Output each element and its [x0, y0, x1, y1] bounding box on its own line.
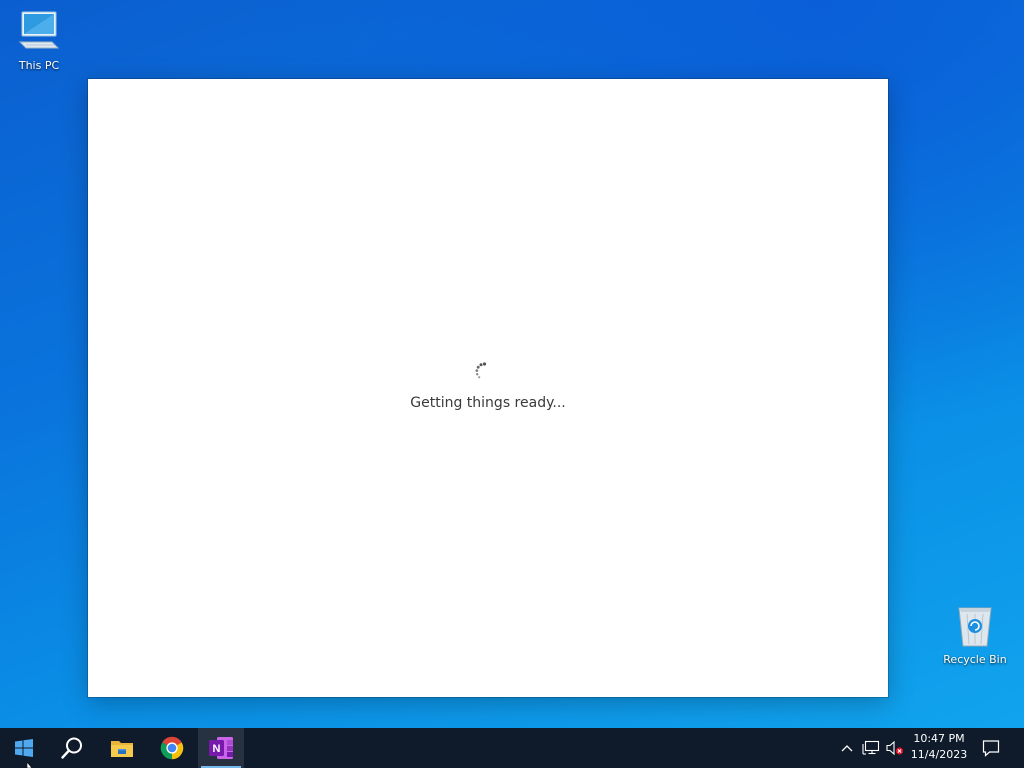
desktop: This PC Recycle Bin Getting things ready…: [0, 0, 1024, 768]
clock-time: 10:47 PM: [913, 732, 965, 745]
loading-status-text: Getting things ready...: [410, 395, 566, 411]
desktop-icon-recycle-bin[interactable]: Recycle Bin: [937, 602, 1013, 666]
volume-button[interactable]: [884, 728, 906, 768]
loading-window: Getting things ready...: [88, 79, 888, 697]
network-icon: [862, 740, 880, 755]
this-pc-label: This PC: [18, 59, 60, 72]
desktop-icon-this-pc[interactable]: This PC: [1, 8, 77, 72]
notification-icon: [982, 740, 1000, 757]
show-hidden-icons-button[interactable]: [837, 728, 857, 768]
file-explorer-button[interactable]: [98, 728, 146, 768]
network-button[interactable]: [860, 728, 882, 768]
clock[interactable]: 10:47 PM 11/4/2023: [906, 731, 972, 765]
clock-date: 11/4/2023: [910, 748, 968, 761]
search-icon: [61, 737, 82, 759]
file-explorer-icon: [111, 741, 133, 757]
action-center-button[interactable]: [974, 728, 1008, 768]
loading-spinner-icon: [475, 362, 487, 379]
chrome-button[interactable]: [148, 728, 196, 768]
mouse-cursor-icon: [27, 762, 33, 768]
onenote-button[interactable]: N: [198, 728, 244, 768]
recycle-bin-icon: [958, 607, 992, 647]
search-button[interactable]: [48, 728, 96, 768]
recycle-bin-label: Recycle Bin: [943, 653, 1007, 666]
chrome-icon: [160, 736, 184, 760]
onenote-icon: N: [209, 737, 233, 759]
start-button[interactable]: [0, 728, 48, 768]
chevron-up-icon: [841, 745, 853, 752]
taskbar: N 10:47 PM 11/4/2023: [0, 728, 1024, 768]
this-pc-icon: [18, 11, 60, 49]
windows-start-icon: [15, 739, 33, 757]
volume-muted-icon: [886, 740, 904, 756]
svg-text:N: N: [213, 743, 221, 755]
